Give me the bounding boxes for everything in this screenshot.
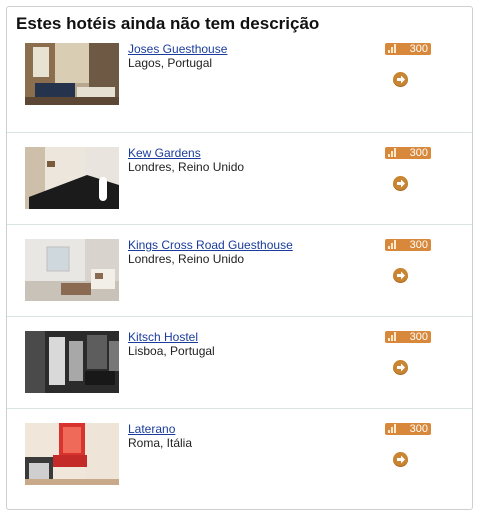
view-hotel-button[interactable] bbox=[393, 268, 408, 283]
hotel-name-link[interactable]: Kew Gardens bbox=[128, 146, 244, 160]
hotel-location: Roma, Itália bbox=[128, 436, 193, 450]
score-badge: 300 bbox=[385, 239, 431, 251]
signal-bars-icon bbox=[388, 240, 400, 249]
arrow-right-icon bbox=[397, 455, 405, 464]
view-hotel-button[interactable] bbox=[393, 360, 408, 375]
hotel-photo[interactable] bbox=[25, 43, 119, 105]
signal-bars-icon bbox=[388, 332, 400, 341]
hotel-item: Joses Guesthouse Lagos, Portugal 300 bbox=[7, 41, 472, 132]
hotel-location: Londres, Reino Unido bbox=[128, 160, 245, 174]
arrow-right-icon bbox=[397, 363, 405, 372]
hotel-name-link[interactable]: Laterano bbox=[128, 422, 192, 436]
hotel-photo[interactable] bbox=[25, 147, 119, 209]
score-badge: 300 bbox=[385, 331, 431, 343]
hotel-item: Kitsch Hostel Lisboa, Portugal 300 bbox=[7, 316, 472, 408]
arrow-right-icon bbox=[397, 179, 405, 188]
hotel-location: Londres, Reino Unido bbox=[128, 252, 245, 266]
score-badge: 300 bbox=[385, 147, 431, 159]
hotel-name-link[interactable]: Joses Guesthouse bbox=[128, 42, 227, 56]
score-badge: 300 bbox=[385, 423, 431, 435]
arrow-right-icon bbox=[397, 271, 405, 280]
signal-bars-icon bbox=[388, 44, 400, 53]
arrow-right-icon bbox=[397, 75, 405, 84]
panel-title: Estes hotéis ainda não tem descrição bbox=[16, 14, 320, 33]
hotel-location: Lisboa, Portugal bbox=[128, 344, 215, 358]
view-hotel-button[interactable] bbox=[393, 176, 408, 191]
hotel-name-link[interactable]: Kings Cross Road Guesthouse bbox=[128, 238, 293, 252]
hotel-list: Joses Guesthouse Lagos, Portugal 300 Kew… bbox=[7, 41, 472, 500]
hotel-item: Laterano Roma, Itália 300 bbox=[7, 408, 472, 500]
hotel-item: Kings Cross Road Guesthouse Londres, Rei… bbox=[7, 224, 472, 316]
hotel-photo[interactable] bbox=[25, 423, 119, 485]
hotel-item: Kew Gardens Londres, Reino Unido 300 bbox=[7, 132, 472, 224]
signal-bars-icon bbox=[388, 424, 400, 433]
signal-bars-icon bbox=[388, 148, 400, 157]
hotel-location: Lagos, Portugal bbox=[128, 56, 213, 70]
score-badge: 300 bbox=[385, 43, 431, 55]
hotels-panel: Estes hotéis ainda não tem descrição Jos… bbox=[6, 6, 473, 510]
hotel-photo[interactable] bbox=[25, 239, 119, 301]
hotel-photo[interactable] bbox=[25, 331, 119, 393]
view-hotel-button[interactable] bbox=[393, 452, 408, 467]
view-hotel-button[interactable] bbox=[393, 72, 408, 87]
hotel-name-link[interactable]: Kitsch Hostel bbox=[128, 330, 215, 344]
